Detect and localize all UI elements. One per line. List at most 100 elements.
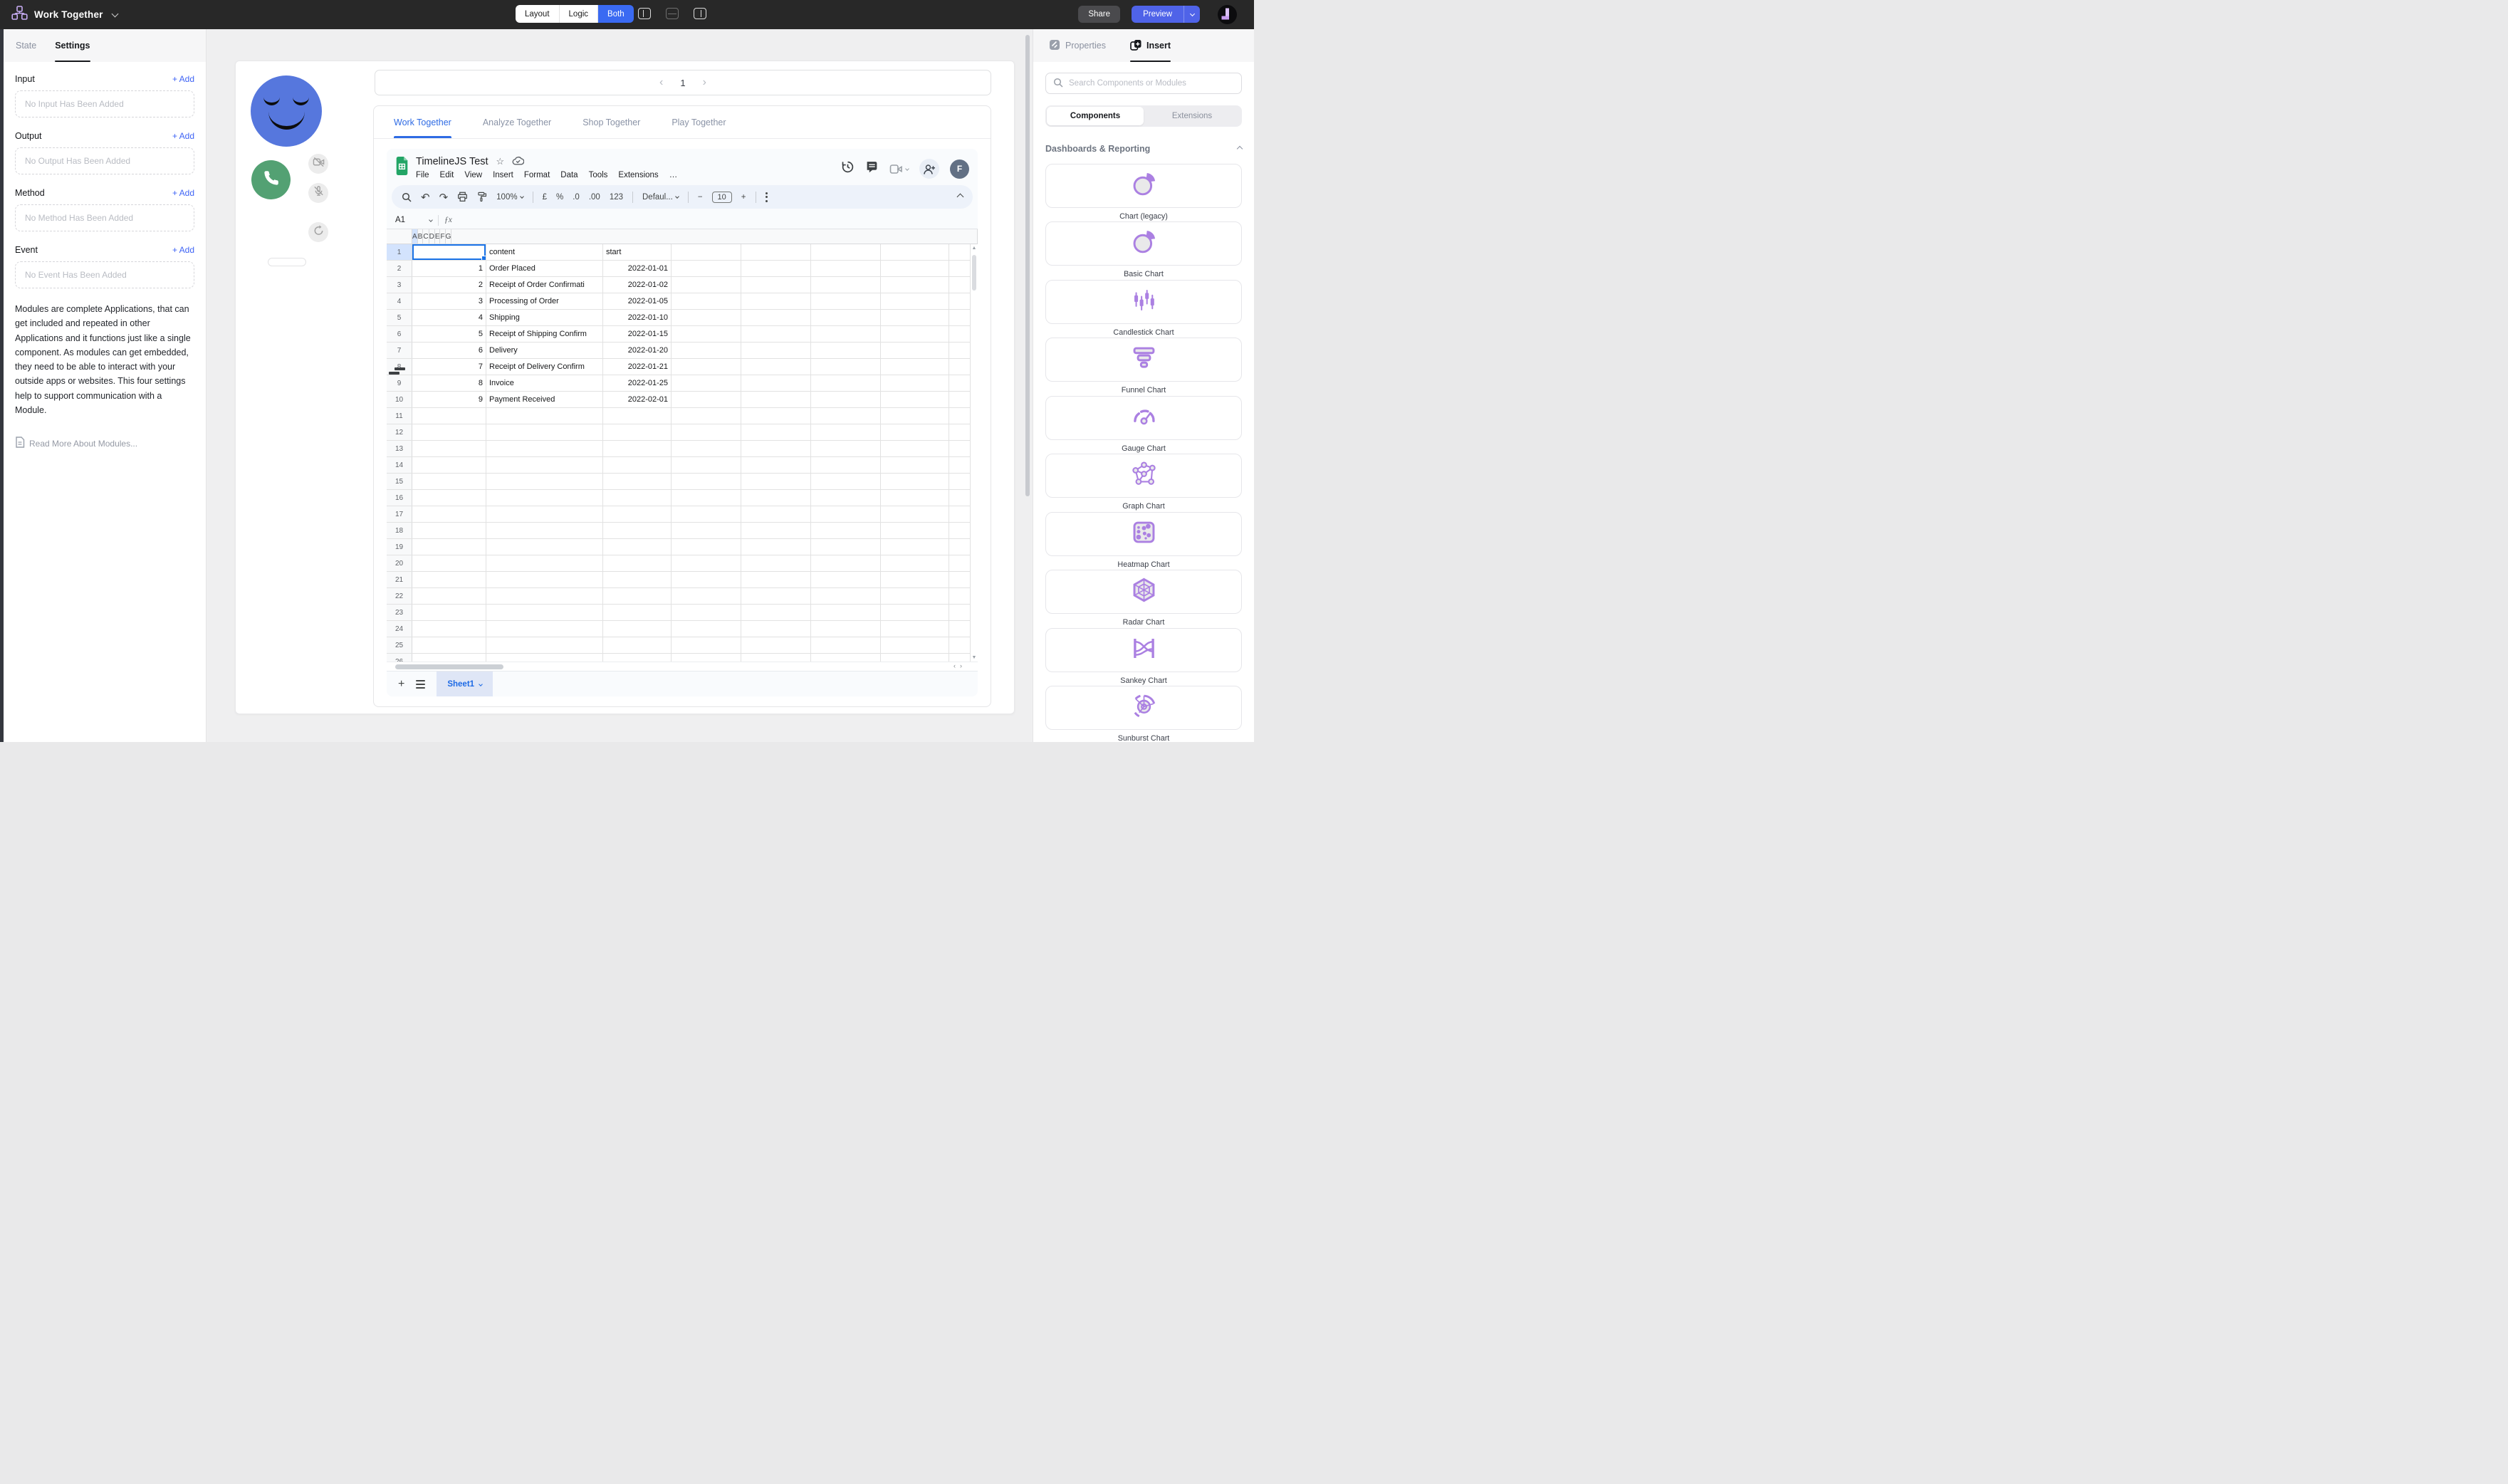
cell[interactable] bbox=[811, 572, 881, 587]
share-button[interactable]: Share bbox=[1078, 6, 1120, 23]
component-tile[interactable]: Funnel Chart bbox=[1045, 338, 1242, 395]
cell[interactable] bbox=[672, 621, 741, 637]
prev-page-icon[interactable]: ‹ bbox=[659, 77, 663, 88]
view-mode-option[interactable]: Both bbox=[598, 5, 634, 23]
component-tile[interactable]: Gauge Chart bbox=[1045, 396, 1242, 454]
cell-col-c[interactable] bbox=[603, 424, 672, 440]
add-button[interactable]: + Add bbox=[172, 74, 194, 84]
left-panel-toggle-icon[interactable] bbox=[638, 8, 651, 19]
cell[interactable] bbox=[811, 424, 881, 440]
cell-col-a[interactable]: 5 bbox=[412, 326, 486, 342]
cell-col-c[interactable] bbox=[603, 605, 672, 620]
bottom-panel-toggle-icon[interactable] bbox=[666, 8, 679, 19]
cell-col-b[interactable]: Shipping bbox=[486, 310, 603, 325]
row-number[interactable]: 6 bbox=[387, 326, 412, 342]
cell[interactable] bbox=[672, 637, 741, 653]
cell[interactable] bbox=[741, 572, 811, 587]
cell[interactable] bbox=[741, 310, 811, 325]
cell-C1[interactable]: start bbox=[603, 244, 672, 260]
cell[interactable] bbox=[881, 621, 949, 637]
preview-button[interactable]: Preview bbox=[1132, 6, 1184, 23]
cell-col-a[interactable] bbox=[412, 637, 486, 653]
share-sheet-button[interactable] bbox=[919, 159, 939, 179]
sheet-menu-item[interactable]: Format bbox=[524, 171, 550, 179]
cell-col-b[interactable] bbox=[486, 424, 603, 440]
cell[interactable] bbox=[672, 572, 741, 587]
cell-col-b[interactable] bbox=[486, 621, 603, 637]
cell-col-c[interactable]: 2022-01-05 bbox=[603, 293, 672, 309]
row-number[interactable]: 14 bbox=[387, 457, 412, 473]
undo-icon[interactable]: ↶ bbox=[421, 191, 430, 204]
increase-decimal-button[interactable]: .00 bbox=[589, 193, 600, 202]
cell[interactable] bbox=[672, 605, 741, 620]
cell-col-c[interactable]: 2022-01-25 bbox=[603, 375, 672, 391]
select-all-corner[interactable] bbox=[387, 229, 412, 244]
cell[interactable] bbox=[672, 588, 741, 604]
cell[interactable] bbox=[741, 555, 811, 571]
percent-format-button[interactable]: % bbox=[556, 193, 563, 202]
cell-col-a[interactable] bbox=[412, 605, 486, 620]
row-number[interactable]: 3 bbox=[387, 277, 412, 293]
row-number[interactable]: 15 bbox=[387, 474, 412, 489]
right-panel-toggle-icon[interactable] bbox=[694, 8, 706, 19]
cell[interactable] bbox=[672, 441, 741, 456]
component-search-input[interactable]: Search Components or Modules bbox=[1045, 73, 1242, 94]
cell[interactable] bbox=[881, 293, 949, 309]
cell[interactable] bbox=[881, 326, 949, 342]
decrease-decimal-button[interactable]: .0 bbox=[573, 193, 580, 202]
cell[interactable] bbox=[881, 310, 949, 325]
cell[interactable] bbox=[741, 654, 811, 662]
sheet-menu-item[interactable]: Edit bbox=[440, 171, 454, 179]
cell[interactable] bbox=[881, 441, 949, 456]
more-toolbar-options-icon[interactable] bbox=[766, 192, 768, 202]
cell-col-c[interactable] bbox=[603, 457, 672, 473]
sheet-title[interactable]: TimelineJS Test bbox=[416, 156, 488, 167]
cell[interactable] bbox=[672, 359, 741, 375]
cell[interactable] bbox=[672, 654, 741, 662]
cell[interactable] bbox=[672, 506, 741, 522]
canvas-tab[interactable]: Analyze Together bbox=[483, 106, 551, 138]
cell-col-b[interactable]: Receipt of Delivery Confirm bbox=[486, 359, 603, 375]
cell[interactable] bbox=[811, 621, 881, 637]
cell[interactable] bbox=[811, 523, 881, 538]
cell-col-b[interactable]: Receipt of Order Confirmati bbox=[486, 277, 603, 293]
share-screen-button[interactable] bbox=[308, 222, 328, 242]
cell[interactable] bbox=[881, 506, 949, 522]
mini-input-pill[interactable] bbox=[268, 258, 306, 266]
cell-col-a[interactable] bbox=[412, 621, 486, 637]
cell-col-c[interactable]: 2022-02-01 bbox=[603, 392, 672, 407]
component-tile[interactable]: Radar Chart bbox=[1045, 570, 1242, 627]
component-tile[interactable]: Heatmap Chart bbox=[1045, 512, 1242, 570]
cell[interactable] bbox=[672, 457, 741, 473]
cell[interactable] bbox=[741, 359, 811, 375]
cell[interactable] bbox=[881, 523, 949, 538]
cell[interactable] bbox=[672, 244, 741, 260]
user-avatar[interactable] bbox=[1218, 5, 1237, 24]
cell[interactable] bbox=[881, 277, 949, 293]
cell-col-a[interactable] bbox=[412, 457, 486, 473]
cell[interactable] bbox=[811, 375, 881, 391]
canvas-scrollbar[interactable] bbox=[1025, 35, 1030, 496]
cell[interactable] bbox=[881, 605, 949, 620]
cell-col-c[interactable]: 2022-01-10 bbox=[603, 310, 672, 325]
cell[interactable] bbox=[881, 408, 949, 424]
cell[interactable] bbox=[741, 277, 811, 293]
row-number[interactable]: 23 bbox=[387, 605, 412, 620]
column-header[interactable]: C bbox=[423, 229, 429, 244]
cell[interactable] bbox=[741, 506, 811, 522]
cell-col-c[interactable] bbox=[603, 506, 672, 522]
cell-col-c[interactable] bbox=[603, 490, 672, 506]
toggle-components[interactable]: Components bbox=[1047, 107, 1144, 125]
next-page-icon[interactable]: › bbox=[703, 77, 706, 88]
call-button[interactable] bbox=[251, 160, 291, 199]
cell-col-a[interactable] bbox=[412, 572, 486, 587]
cell-col-a[interactable] bbox=[412, 424, 486, 440]
cell-col-b[interactable] bbox=[486, 474, 603, 489]
cell[interactable] bbox=[672, 424, 741, 440]
sheet-user-avatar[interactable]: F bbox=[950, 160, 969, 179]
tab-properties[interactable]: Properties bbox=[1049, 29, 1106, 62]
cell[interactable] bbox=[741, 244, 811, 260]
selected-cell-A1[interactable] bbox=[412, 244, 486, 260]
cell[interactable] bbox=[741, 588, 811, 604]
component-tile[interactable]: Chart (legacy) bbox=[1045, 164, 1242, 221]
